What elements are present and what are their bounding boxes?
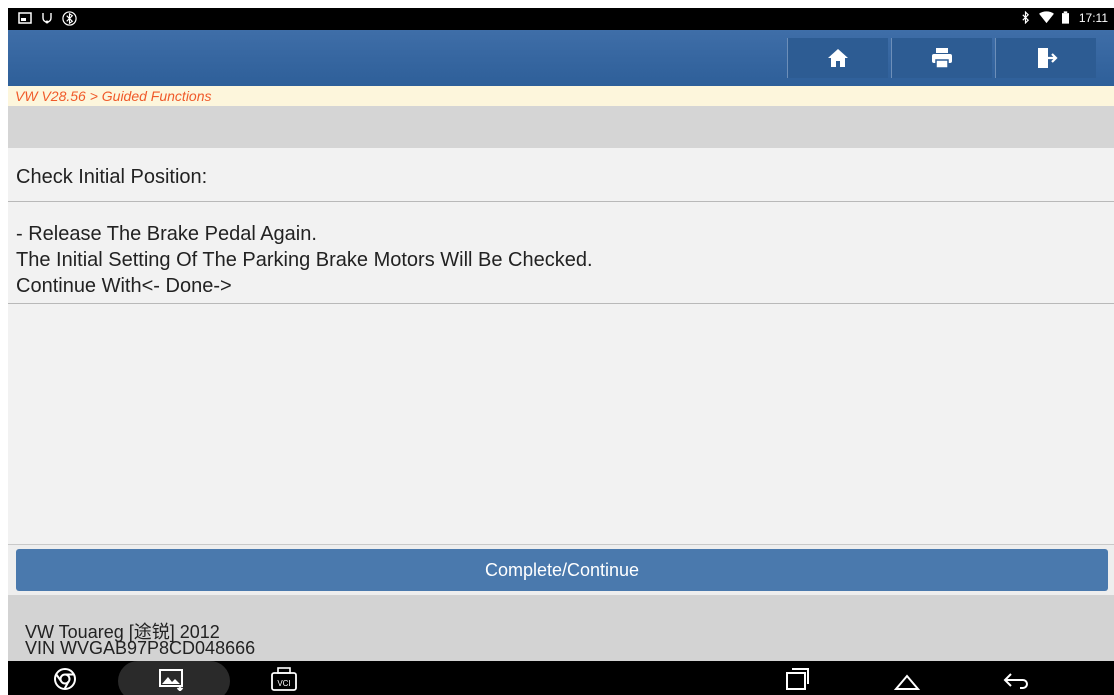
usb-debug-icon <box>40 11 54 25</box>
home-button[interactable] <box>787 38 888 78</box>
bluetooth-icon <box>1019 10 1033 25</box>
breadcrumb: VW V28.56 > Guided Functions <box>8 86 1114 106</box>
bluetooth-circle-icon <box>62 11 77 26</box>
vehicle-vin: VIN WVGAB97P8CD048666 <box>25 638 256 658</box>
vci-label: VCI <box>277 679 290 688</box>
breadcrumb-text: VW V28.56 > Guided Functions <box>15 88 212 104</box>
status-bar: 17:11 <box>8 8 1114 30</box>
recent-apps-icon[interactable] <box>780 665 816 693</box>
battery-icon <box>1059 11 1073 25</box>
back-icon[interactable] <box>998 665 1034 693</box>
action-bar: Complete/Continue <box>8 545 1114 595</box>
top-toolbar <box>8 30 1114 86</box>
printer-icon <box>932 48 952 69</box>
status-right-icons: 17:11 <box>1019 10 1108 25</box>
wifi-icon <box>1038 11 1054 25</box>
screenshot-icon <box>18 11 32 25</box>
vci-icon[interactable]: VCI <box>266 665 302 693</box>
status-left-icons <box>18 11 77 26</box>
navigation-bar: VCI <box>8 661 1114 695</box>
content-area <box>8 304 1114 545</box>
header-spacer <box>8 106 1114 148</box>
status-time: 17:11 <box>1078 11 1108 25</box>
complete-continue-button[interactable]: Complete/Continue <box>16 549 1108 591</box>
home-nav-icon[interactable] <box>889 665 925 693</box>
vehicle-info: VW Touareg [途锐] 2012 VIN WVGAB97P8CD0486… <box>8 595 1114 661</box>
browser-icon[interactable] <box>47 665 83 693</box>
message-line: Continue With<- Done-> <box>16 275 232 297</box>
step-message: - Release The Brake Pedal Again. The Ini… <box>8 202 1114 304</box>
gallery-icon[interactable] <box>154 665 190 693</box>
home-icon <box>828 49 848 67</box>
step-title-row: Check Initial Position: <box>8 148 1114 202</box>
exit-icon <box>1038 48 1058 68</box>
message-line: The Initial Setting Of The Parking Brake… <box>16 249 593 271</box>
message-line: - Release The Brake Pedal Again. <box>16 223 317 245</box>
app-frame: 17:11 VW V28.56 > Guided Functions Check… <box>8 8 1114 695</box>
print-button[interactable] <box>891 38 992 78</box>
step-title: Check Initial Position: <box>16 166 208 188</box>
exit-button[interactable] <box>995 38 1096 78</box>
